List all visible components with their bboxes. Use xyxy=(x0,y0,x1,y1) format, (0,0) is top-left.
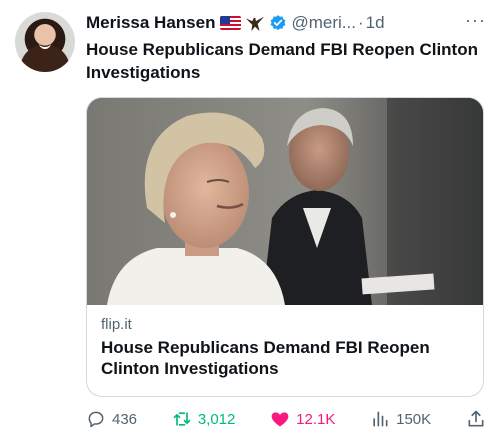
eagle-icon xyxy=(246,15,265,32)
card-image[interactable] xyxy=(87,98,483,305)
share-icon xyxy=(468,410,484,427)
verified-badge-icon[interactable] xyxy=(269,14,287,32)
repost-icon xyxy=(173,412,191,426)
card-title: House Republicans Demand FBI Reopen Clin… xyxy=(101,338,430,378)
like-button[interactable]: 12.1K xyxy=(270,409,335,429)
card-photo xyxy=(87,98,483,305)
views-count: 150K xyxy=(396,410,432,428)
more-options-button[interactable]: ··· xyxy=(465,10,486,31)
views-icon xyxy=(373,411,388,427)
separator-dot: · xyxy=(357,13,364,32)
author-handle[interactable]: @meri... xyxy=(291,13,355,33)
like-icon xyxy=(271,412,289,427)
tweet-header: Merissa Hansen @meri... · 1d ··· xyxy=(86,10,486,34)
like-count: 12.1K xyxy=(296,410,336,428)
share-button[interactable] xyxy=(466,409,486,429)
tweet-actions: 436 3,012 12.1K 150K xyxy=(86,408,486,430)
card-domain: flip.it xyxy=(101,316,132,333)
tweet-text: House Republicans Demand FBI Reopen Clin… xyxy=(86,40,478,82)
link-preview-card[interactable]: flip.it House Republicans Demand FBI Reo… xyxy=(86,97,484,397)
reply-button[interactable]: 436 xyxy=(86,409,137,429)
reply-icon xyxy=(88,411,104,428)
author-name[interactable]: Merissa Hansen xyxy=(86,13,215,33)
us-flag-icon xyxy=(220,16,242,30)
views-button[interactable]: 150K xyxy=(370,409,431,429)
reply-count: 436 xyxy=(112,410,138,428)
repost-count: 3,012 xyxy=(197,410,236,428)
card-meta: flip.it House Republicans Demand FBI Reo… xyxy=(101,316,469,379)
repost-button[interactable]: 3,012 xyxy=(172,409,236,429)
author-avatar[interactable] xyxy=(15,12,75,72)
tweet-timestamp[interactable]: 1d xyxy=(366,13,385,33)
